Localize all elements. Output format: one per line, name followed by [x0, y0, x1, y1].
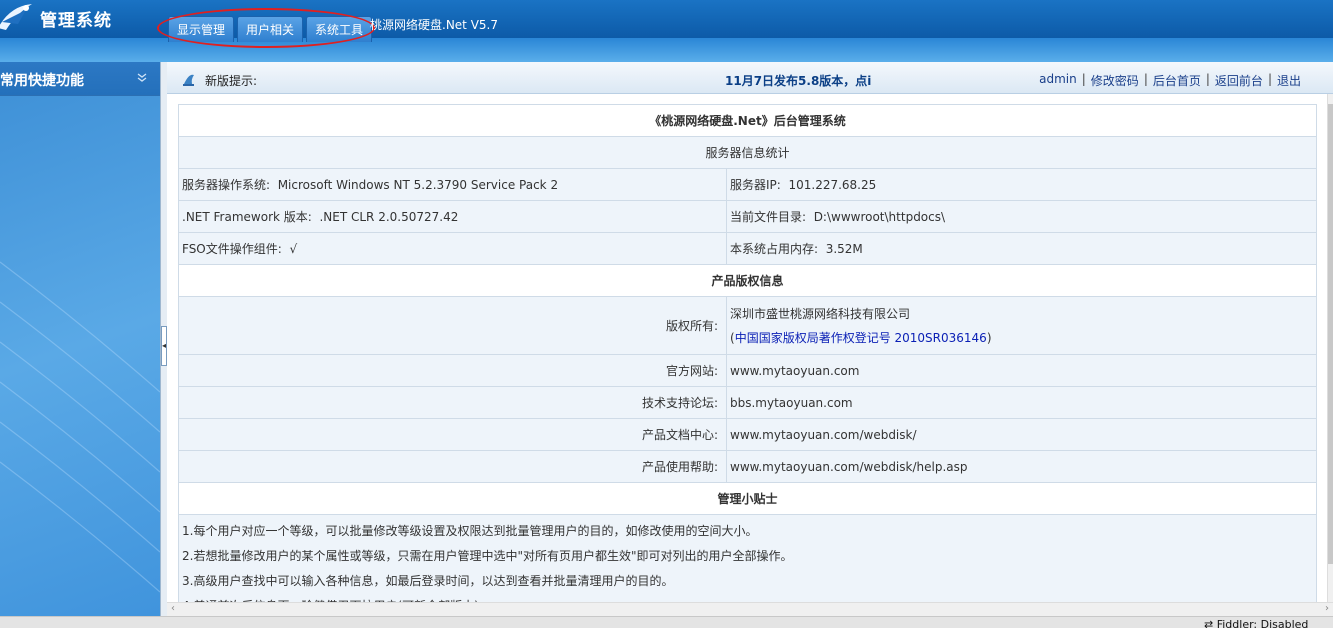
table-row: .NET Framework 版本: .NET CLR 2.0.50727.42… — [178, 200, 1317, 233]
fiddler-icon: ⇄ — [1204, 618, 1217, 628]
scroll-left-icon[interactable]: ‹ — [171, 603, 175, 614]
net-cell: .NET Framework 版本: .NET CLR 2.0.50727.42 — [178, 200, 727, 233]
forum-link[interactable]: bbs.mytaoyuan.com — [726, 386, 1317, 419]
tab-user-related[interactable]: 用户相关 — [237, 16, 304, 42]
fiddler-status[interactable]: ⇄ Fiddler: Disabled — [1204, 618, 1308, 628]
app-title: 管理系统 — [40, 11, 112, 31]
net-label: .NET Framework 版本: — [182, 210, 312, 224]
forum-label: 技术支持论坛: — [178, 386, 727, 419]
mem-label: 本系统占用内存: — [730, 242, 819, 256]
top-links: admin | 修改密码 | 后台首页 | 返回前台 | 退出 — [1039, 72, 1301, 89]
os-cell: 服务器操作系统: Microsoft Windows NT 5.2.3790 S… — [178, 168, 727, 201]
tips-title: 管理小贴士 — [178, 482, 1317, 515]
horizontal-scrollbar[interactable]: ‹ › — [167, 602, 1333, 616]
docs-link[interactable]: www.mytaoyuan.com/webdisk/ — [726, 418, 1317, 451]
top-tabs: 显示管理 用户相关 系统工具 — [168, 16, 373, 42]
help-link[interactable]: www.mytaoyuan.com/webdisk/help.asp — [726, 450, 1317, 483]
table-row: FSO文件操作组件: √ 本系统占用内存: 3.52M — [178, 232, 1317, 265]
os-label: 服务器操作系统: — [182, 178, 271, 192]
separator: | — [1267, 72, 1272, 86]
site-label: 官方网站: — [178, 354, 727, 387]
section-title: 《桃源网络硬盘.Net》后台管理系统 — [178, 104, 1317, 137]
owner-registration-line: (中国国家版权局著作权登记号 2010SR036146) — [730, 326, 1313, 350]
fso-cell: FSO文件操作组件: √ — [178, 232, 727, 265]
paren-close: ) — [986, 330, 992, 345]
owner-registration: 中国国家版权局著作权登记号 2010SR036146 — [734, 330, 987, 345]
status-bar: ⇄ Fiddler: Disabled — [0, 616, 1333, 628]
scroll-right-icon[interactable]: › — [1325, 603, 1329, 614]
table-row: 技术支持论坛: bbs.mytaoyuan.com — [178, 386, 1317, 419]
dir-value: D:\wwwroot\httpdocs\ — [813, 210, 946, 224]
ip-label: 服务器IP: — [730, 178, 781, 192]
top-banner: 管理系统 显示管理 用户相关 系统工具 桃源网络硬盘.Net V5.7 — [0, 0, 1333, 62]
double-chevron-down-icon[interactable] — [136, 72, 148, 86]
sidebar: 常用快捷功能 — [0, 62, 160, 628]
link-logout[interactable]: 退出 — [1277, 72, 1301, 89]
table-row: 产品使用帮助: www.mytaoyuan.com/webdisk/help.a… — [178, 450, 1317, 483]
mem-value: 3.52M — [825, 242, 863, 256]
mem-cell: 本系统占用内存: 3.52M — [726, 232, 1317, 265]
tab-display-management[interactable]: 显示管理 — [168, 16, 235, 42]
link-change-password[interactable]: 修改密码 — [1091, 72, 1139, 89]
logo-icon — [0, 4, 32, 30]
table-row: 产品文档中心: www.mytaoyuan.com/webdisk/ — [178, 418, 1317, 451]
sidebar-background — [0, 261, 160, 593]
table-row: 服务器操作系统: Microsoft Windows NT 5.2.3790 S… — [178, 168, 1317, 201]
link-frontend[interactable]: 返回前台 — [1215, 72, 1263, 89]
owner-label: 版权所有: — [178, 296, 727, 355]
product-name: 桃源网络硬盘.Net V5.7 — [370, 18, 498, 32]
scrollbar-thumb[interactable] — [1328, 104, 1333, 564]
sidebar-header[interactable]: 常用快捷功能 — [0, 62, 160, 96]
link-admin[interactable]: admin — [1039, 72, 1077, 89]
owner-cell: 深圳市盛世桃源网络科技有限公司 (中国国家版权局著作权登记号 2010SR036… — [726, 296, 1317, 355]
main-content: 《桃源网络硬盘.Net》后台管理系统 服务器信息统计 服务器操作系统: Micr… — [167, 94, 1327, 602]
tip-item: 3.高级用户查找中可以输入各种信息，如最后登录时间，以达到查看并批量清理用户的目… — [182, 574, 674, 588]
sidebar-title: 常用快捷功能 — [0, 73, 84, 89]
os-value: Microsoft Windows NT 5.2.3790 Service Pa… — [277, 178, 559, 192]
tip-item: 1.每个用户对应一个等级，可以批量修改等级设置及权限达到批量管理用户的目的，如修… — [182, 524, 758, 538]
tip-item: 4.普通首次后信息页，珍健借卫下拉用户(可新全部版本) — [182, 594, 1313, 602]
ip-cell: 服务器IP: 101.227.68.25 — [726, 168, 1317, 201]
help-label: 产品使用帮助: — [178, 450, 727, 483]
fso-label: FSO文件操作组件: — [182, 242, 282, 256]
ip-value: 101.227.68.25 — [788, 178, 877, 192]
dir-cell: 当前文件目录: D:\wwwroot\httpdocs\ — [726, 200, 1317, 233]
tip-item: 2.若想批量修改用户的某个属性或等级，只需在用户管理中选中"对所有页用户都生效"… — [182, 549, 793, 563]
section-subtitle: 服务器信息统计 — [178, 136, 1317, 169]
notice-bar: 新版提示: 11月7日发布5.8版本，点i admin | 修改密码 | 后台首页 |… — [167, 62, 1333, 94]
net-value: .NET CLR 2.0.50727.42 — [319, 210, 459, 224]
site-link[interactable]: www.mytaoyuan.com — [726, 354, 1317, 387]
dir-label: 当前文件目录: — [730, 210, 807, 224]
separator: | — [1205, 72, 1210, 86]
tab-system-tools[interactable]: 系统工具 — [306, 16, 373, 42]
owner-value: 深圳市盛世桃源网络科技有限公司 — [730, 306, 911, 321]
fso-value: √ — [289, 242, 298, 256]
vertical-scrollbar[interactable] — [1327, 94, 1333, 602]
tips-cell: 1.每个用户对应一个等级，可以批量修改等级设置及权限达到批量管理用户的目的，如修… — [178, 514, 1317, 602]
copyright-title: 产品版权信息 — [178, 264, 1317, 297]
docs-label: 产品文档中心: — [178, 418, 727, 451]
link-admin-home[interactable]: 后台首页 — [1153, 72, 1201, 89]
separator: | — [1143, 72, 1148, 86]
info-table: 《桃源网络硬盘.Net》后台管理系统 服务器信息统计 服务器操作系统: Micr… — [178, 104, 1317, 602]
notice-label: 新版提示: — [205, 74, 258, 88]
announcement-icon — [183, 74, 194, 86]
table-row: 版权所有: 深圳市盛世桃源网络科技有限公司 (中国国家版权局著作权登记号 201… — [178, 296, 1317, 355]
table-row: 官方网站: www.mytaoyuan.com — [178, 354, 1317, 387]
sidebar-splitter[interactable]: ◂ — [160, 62, 167, 628]
fiddler-text: Fiddler: Disabled — [1216, 618, 1309, 628]
tips-row: 1.每个用户对应一个等级，可以批量修改等级设置及权限达到批量管理用户的目的，如修… — [178, 514, 1317, 602]
separator: | — [1081, 72, 1086, 86]
notice-text[interactable]: 11月7日发布5.8版本，点i — [725, 72, 871, 89]
logo: 管理系统 — [0, 0, 160, 62]
